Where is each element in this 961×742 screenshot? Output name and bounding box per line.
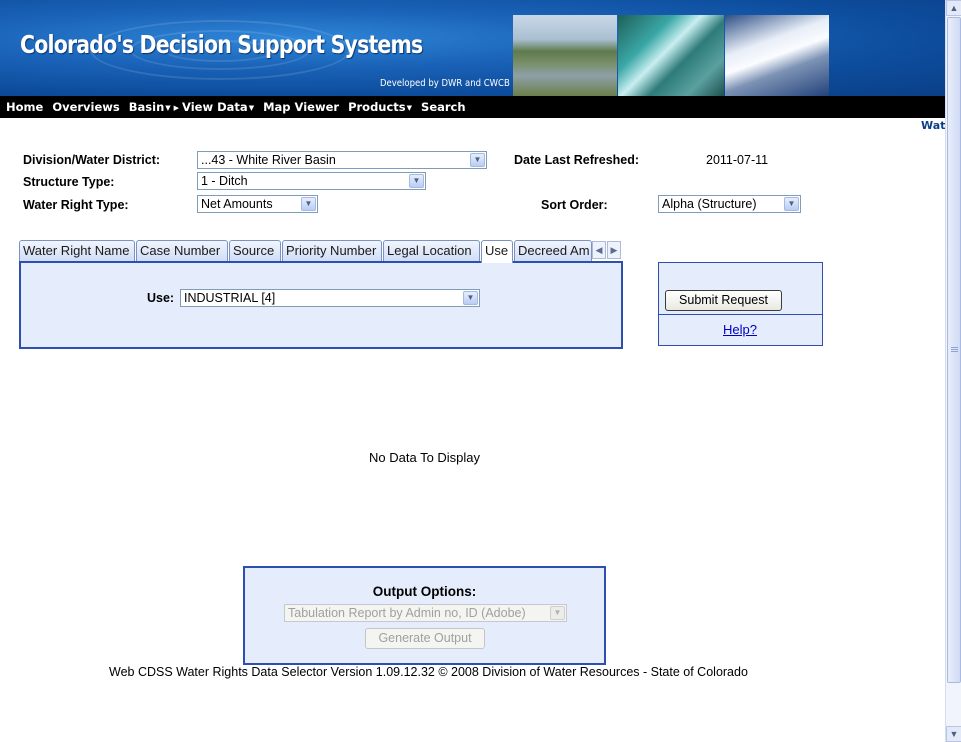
divider — [659, 314, 822, 315]
main-nav: Home Overviews Basin▼ ▶ View Data▼ Map Vi… — [0, 96, 945, 118]
submit-panel: Submit Request Help? — [658, 262, 823, 346]
generate-output-button[interactable]: Generate Output — [365, 628, 485, 649]
rapids-photo — [725, 15, 829, 96]
grip-line — [951, 349, 958, 350]
river-photo — [513, 15, 617, 96]
vertical-scrollbar[interactable]: ▲ ▼ — [945, 0, 961, 742]
tab-priority-number[interactable]: Priority Number — [282, 240, 382, 262]
dropdown-arrow-icon: ▼ — [248, 103, 255, 112]
use-tab-panel: Use: INDUSTRIAL [4] ▼ — [19, 261, 623, 349]
tab-source[interactable]: Source — [229, 240, 281, 262]
header-banner: Colorado's Decision Support Systems Deve… — [0, 0, 945, 96]
division-label: Division/Water District: — [23, 153, 161, 167]
use-label: Use: — [147, 291, 175, 305]
nav-home[interactable]: Home — [6, 100, 43, 114]
division-select[interactable]: ...43 - White River Basin ▼ — [197, 151, 487, 169]
output-options-title: Output Options: — [372, 584, 477, 599]
chevron-down-icon[interactable]: ▼ — [301, 197, 316, 211]
tab-label: Priority Number — [286, 243, 377, 258]
nav-basin[interactable]: Basin▼ ▶ — [129, 100, 179, 114]
nav-home-label: Home — [6, 100, 44, 114]
grip-line — [951, 347, 958, 348]
tab-scroll-left-icon[interactable]: ◀ — [592, 241, 606, 259]
sort-order-label: Sort Order: — [541, 198, 608, 212]
water-right-type-label: Water Right Type: — [23, 198, 129, 212]
nav-products-label: Products — [348, 100, 406, 114]
use-select-value: INDUSTRIAL [4] — [184, 291, 276, 305]
division-select-value: ...43 - White River Basin — [201, 153, 336, 167]
dropdown-arrow-icon: ▼ — [165, 103, 171, 112]
date-refreshed-value: 2011-07-11 — [706, 153, 769, 167]
nav-products[interactable]: Products▼ — [348, 100, 412, 114]
scrollbar-thumb[interactable] — [947, 17, 961, 683]
submenu-arrow-icon: ▶ — [173, 103, 180, 112]
tab-label: Case Number — [140, 243, 221, 258]
date-refreshed-label: Date Last Refreshed: — [514, 153, 640, 167]
output-options-panel: Output Options: Tabulation Report by Adm… — [243, 566, 606, 665]
chevron-down-icon[interactable]: ▼ — [784, 197, 799, 211]
scroll-up-icon[interactable]: ▲ — [946, 0, 961, 16]
tab-label: Use — [485, 243, 509, 258]
clipped-page-text: Wat — [921, 119, 946, 132]
chevron-down-icon[interactable]: ▼ — [463, 291, 478, 305]
tab-label: Source — [233, 243, 275, 258]
chevron-down-icon[interactable]: ▼ — [470, 153, 485, 167]
nav-view-data-label: View Data — [182, 100, 248, 114]
nav-map-viewer[interactable]: Map Viewer — [263, 100, 339, 114]
nav-search-label: Search — [421, 100, 466, 114]
empty-results-message: No Data To Display — [369, 450, 481, 465]
scroll-down-icon[interactable]: ▼ — [946, 726, 961, 742]
water-right-type-select[interactable]: Net Amounts ▼ — [197, 195, 318, 213]
nav-overviews-label: Overviews — [52, 100, 120, 114]
report-type-select-value: Tabulation Report by Admin no, ID (Adobe… — [288, 606, 526, 620]
structure-type-label: Structure Type: — [23, 175, 115, 189]
tab-scroll-right-icon[interactable]: ▶ — [607, 241, 621, 259]
use-select[interactable]: INDUSTRIAL [4] ▼ — [180, 289, 480, 307]
structure-type-select[interactable]: 1 - Ditch ▼ — [197, 172, 426, 190]
structure-type-select-value: 1 - Ditch — [201, 174, 248, 188]
site-subtitle: Developed by DWR and CWCB — [380, 78, 510, 89]
tab-label: Water Right Name — [23, 243, 130, 258]
nav-view-data[interactable]: View Data▼ — [182, 100, 254, 114]
dropdown-arrow-icon: ▼ — [406, 103, 413, 112]
help-link[interactable]: Help? — [723, 322, 757, 337]
report-type-select[interactable]: Tabulation Report by Admin no, ID (Adobe… — [284, 604, 567, 622]
submit-request-button[interactable]: Submit Request — [665, 290, 782, 311]
chevron-down-icon[interactable]: ▼ — [550, 606, 565, 620]
footer-version-text: Web CDSS Water Rights Data Selector Vers… — [109, 665, 748, 679]
site-title: Colorado's Decision Support Systems — [20, 30, 423, 59]
tab-label: Legal Location — [387, 243, 472, 258]
waterfall-photo — [618, 15, 724, 96]
nav-map-viewer-label: Map Viewer — [263, 100, 340, 114]
water-right-type-select-value: Net Amounts — [201, 197, 273, 211]
sort-order-select-value: Alpha (Structure) — [662, 197, 757, 211]
tab-legal-location[interactable]: Legal Location — [383, 240, 480, 262]
tab-label: Decreed Am — [518, 243, 590, 258]
nav-overviews[interactable]: Overviews — [52, 100, 119, 114]
nav-basin-label: Basin — [128, 100, 165, 114]
tab-use[interactable]: Use — [481, 240, 513, 263]
grip-line — [951, 351, 958, 352]
tab-water-right-name[interactable]: Water Right Name — [19, 240, 135, 262]
chevron-down-icon[interactable]: ▼ — [409, 174, 424, 188]
nav-search[interactable]: Search — [421, 100, 466, 114]
tab-case-number[interactable]: Case Number — [136, 240, 228, 262]
tab-decreed-amount[interactable]: Decreed Am — [514, 240, 592, 262]
sort-order-select[interactable]: Alpha (Structure) ▼ — [658, 195, 801, 213]
